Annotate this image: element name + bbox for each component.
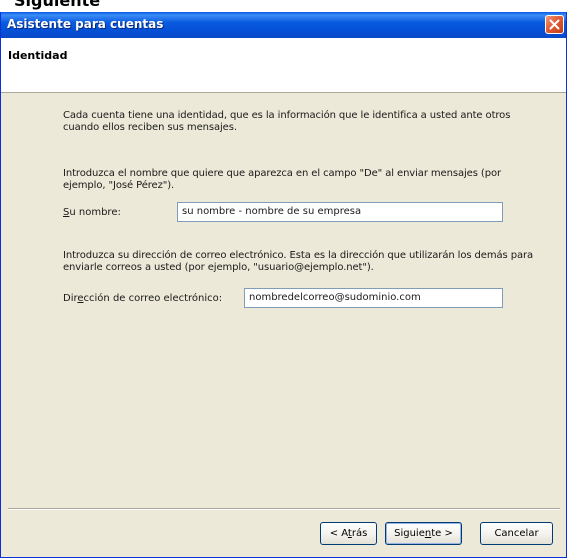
next-button[interactable]: Siguiente >	[385, 522, 462, 545]
header-panel: Identidad	[1, 38, 566, 93]
name-label-rest: u nombre:	[69, 207, 121, 218]
page: Siguiente Asistente para cuentas Identid…	[0, 0, 567, 558]
email-field[interactable]: nombredelcorreo@sudominio.com	[244, 288, 503, 308]
email-label: Dirección de correo electrónico:	[63, 293, 223, 304]
divider	[8, 508, 560, 510]
page-caption: Siguiente	[14, 0, 101, 10]
title-bar[interactable]: Asistente para cuentas	[1, 12, 566, 38]
back-button[interactable]: < Atrás	[320, 522, 377, 545]
email-instructions: Introduzca su dirección de correo electr…	[63, 250, 534, 273]
name-label: Su nombre:	[63, 207, 121, 218]
intro-text: Cada cuenta tiene una identidad, que es …	[63, 110, 511, 133]
name-instructions: Introduzca el nombre que quiere que apar…	[63, 168, 501, 191]
page-title: Identidad	[8, 49, 68, 62]
close-button[interactable]	[545, 15, 564, 34]
cancel-button[interactable]: Cancelar	[480, 522, 553, 545]
name-field[interactable]: su nombre - nombre de su empresa	[177, 202, 503, 222]
email-label-start: Dir	[63, 293, 78, 304]
wizard-dialog: Asistente para cuentas Identidad Cada cu…	[0, 12, 567, 558]
email-label-rest: cción de correo electrónico:	[83, 293, 223, 304]
window-title: Asistente para cuentas	[7, 17, 164, 31]
close-icon	[549, 19, 560, 30]
